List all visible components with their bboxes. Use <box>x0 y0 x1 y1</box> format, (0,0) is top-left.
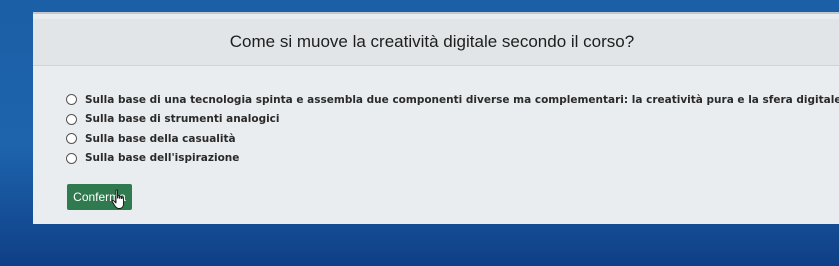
answer-option-4[interactable]: Sulla base dell'ispirazione <box>66 149 839 168</box>
answer-option-3[interactable]: Sulla base della casualità <box>66 129 839 148</box>
answer-options: Sulla base di una tecnologia spinta e as… <box>66 90 839 168</box>
panel-top-border <box>33 12 839 14</box>
radio-button[interactable] <box>66 152 77 164</box>
radio-button[interactable] <box>66 133 77 145</box>
quiz-panel: Come si muove la creatività digitale sec… <box>33 12 839 224</box>
answer-option-label: Sulla base di una tecnologia spinta e as… <box>85 93 839 106</box>
answer-option-label: Sulla base della casualità <box>85 132 236 145</box>
answer-option-1[interactable]: Sulla base di una tecnologia spinta e as… <box>66 90 839 109</box>
answer-option-label: Sulla base di strumenti analogici <box>85 113 280 126</box>
hand-pointer-icon <box>111 189 124 209</box>
question-header: Come si muove la creatività digitale sec… <box>33 19 839 66</box>
answer-option-2[interactable]: Sulla base di strumenti analogici <box>66 110 839 129</box>
radio-button[interactable] <box>66 113 77 125</box>
answer-option-label: Sulla base dell'ispirazione <box>85 152 240 165</box>
question-text: Come si muove la creatività digitale sec… <box>229 32 635 51</box>
radio-button[interactable] <box>66 94 77 105</box>
